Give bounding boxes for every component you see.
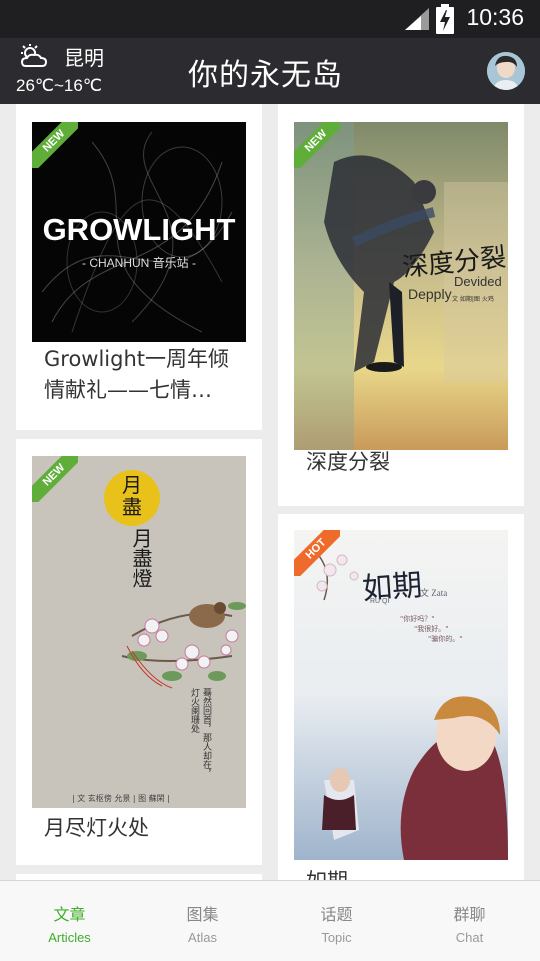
article-title: Growlight一周年倾情献礼——七情… bbox=[44, 347, 230, 402]
article-title: 深度分裂 bbox=[306, 450, 390, 474]
cover-quote-2: "我很好。" bbox=[414, 625, 449, 633]
tab-chat[interactable]: 群聊 Chat bbox=[402, 881, 537, 961]
cover-pinyin-text: RU QI bbox=[370, 598, 390, 605]
hot-badge: HOT bbox=[294, 530, 340, 576]
cover-subtitle-text: - CHANHUN 音乐站 - bbox=[82, 256, 196, 270]
tab-topic[interactable]: 话题 Topic bbox=[269, 881, 404, 961]
bottom-tab-bar: 文章 Articles 图集 Atlas 话题 Topic 群聊 Chat bbox=[0, 880, 540, 961]
page-title: 你的永无岛 bbox=[188, 58, 343, 93]
cover-credit-text: | 文 玄枢傍 允景 | 图 蘇閑 | bbox=[72, 794, 170, 803]
article-card[interactable]: 深度分裂 Devided Depply 文 如期|图 火鸡 NEW 深度分裂 bbox=[278, 104, 524, 506]
new-badge: NEW bbox=[294, 122, 340, 168]
article-title: 如期 bbox=[306, 866, 506, 880]
tab-chat-label: 群聊 bbox=[453, 905, 486, 924]
article-cover: 深度分裂 Devided Depply 文 如期|图 火鸡 NEW bbox=[294, 122, 508, 450]
avatar[interactable] bbox=[487, 52, 525, 90]
tab-articles[interactable]: 文章 Articles bbox=[2, 881, 137, 961]
cover-en-text-1: Devided bbox=[454, 274, 502, 289]
article-title: 月尽灯火处 bbox=[44, 816, 149, 840]
cover-credit-text: 文 如期|图 火鸡 bbox=[452, 296, 494, 303]
partly-cloudy-icon bbox=[20, 44, 48, 67]
cover-title-text: 月盡燈火處 bbox=[130, 528, 152, 588]
tab-articles-sublabel: Articles bbox=[48, 930, 91, 945]
tab-chat-sublabel: Chat bbox=[455, 930, 484, 945]
article-cover: 如期 RU QI 文 Zata "你好吗？" "我很好。" "骗你的。" HOT bbox=[294, 530, 508, 860]
new-badge: NEW bbox=[32, 122, 78, 168]
avatar-image bbox=[487, 52, 525, 90]
tab-topic-sublabel: Topic bbox=[321, 930, 352, 945]
cover-title-text: GROWLIGHT bbox=[42, 212, 236, 247]
cover-poem-text: 蓦然回首，那人却在，灯火阑珊处 bbox=[189, 688, 211, 778]
tab-atlas[interactable]: 图集 Atlas bbox=[135, 881, 270, 961]
app-header: 昆明 26℃~16℃ 你的永无岛 bbox=[0, 38, 540, 104]
status-bar: 10:36 bbox=[0, 0, 540, 38]
temperature-range: 26℃~16℃ bbox=[16, 76, 102, 95]
cover-quote-3: "骗你的。" bbox=[428, 635, 463, 643]
signal-icon bbox=[405, 8, 429, 30]
tab-topic-label: 话题 bbox=[320, 905, 353, 924]
tab-atlas-label: 图集 bbox=[186, 905, 219, 924]
article-card[interactable]: GROWLIGHT - CHANHUN 音乐站 - NEW Growlight一… bbox=[16, 104, 262, 430]
clock: 10:36 bbox=[466, 4, 524, 30]
cover-quote-1: "你好吗？" bbox=[400, 615, 435, 623]
new-badge: NEW bbox=[32, 456, 78, 502]
article-card[interactable]: 月盡 月盡燈火處 蓦然回首，那人却在，灯火阑珊处 | 文 玄枢傍 允景 | 图 … bbox=[16, 439, 262, 865]
cover-credit-text: 文 Zata bbox=[420, 588, 448, 598]
article-card[interactable]: 如期 RU QI 文 Zata "你好吗？" "我很好。" "骗你的。" HOT… bbox=[278, 514, 524, 880]
article-cover: GROWLIGHT - CHANHUN 音乐站 - NEW bbox=[32, 122, 246, 342]
battery-charging-icon bbox=[436, 4, 454, 34]
tab-articles-label: 文章 bbox=[53, 905, 86, 924]
article-cover: 月盡 月盡燈火處 蓦然回首，那人却在，灯火阑珊处 | 文 玄枢傍 允景 | 图 … bbox=[32, 456, 246, 808]
tab-atlas-sublabel: Atlas bbox=[188, 930, 217, 945]
cover-en-text-2: Depply bbox=[408, 286, 452, 302]
cover-moon-text: 月盡 bbox=[122, 473, 142, 519]
city-name[interactable]: 昆明 bbox=[64, 42, 104, 71]
article-feed[interactable]: GROWLIGHT - CHANHUN 音乐站 - NEW Growlight一… bbox=[0, 104, 540, 880]
